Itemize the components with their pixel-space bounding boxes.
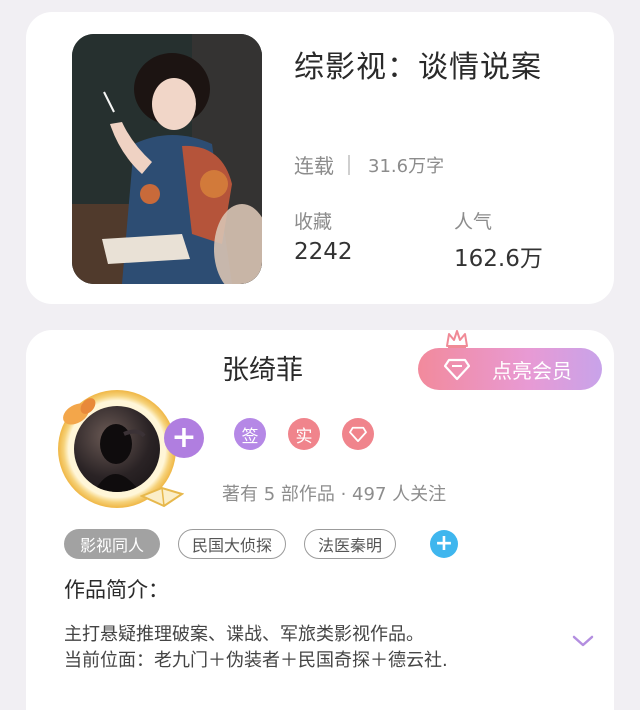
diamond-icon — [349, 426, 367, 442]
popularity-label: 人气 — [454, 211, 493, 233]
cover-illustration — [72, 34, 262, 284]
vip-button-label: 点亮会员 — [492, 358, 572, 383]
author-name: 张绮菲 — [222, 355, 303, 386]
activate-vip-button[interactable]: 点亮会员 — [418, 348, 602, 390]
follow-author-button[interactable]: + — [164, 418, 204, 458]
meta-divider — [348, 154, 350, 175]
tag-item[interactable]: 法医秦明 — [304, 529, 396, 559]
signed-badge-label: 签 — [241, 426, 259, 447]
intro-line: 当前位面：老九门＋伪装者＋民国奇探＋德云社. — [64, 650, 448, 671]
favorites-value: 2242 — [294, 239, 353, 265]
tag-item[interactable]: 影视同人 — [64, 529, 160, 559]
serial-status: 连载 — [294, 154, 334, 178]
book-meta: 连载 31.6万字 — [294, 150, 444, 179]
crown-icon — [446, 330, 468, 349]
book-decoration-icon — [140, 486, 184, 508]
add-tag-button[interactable]: + — [430, 530, 458, 558]
popularity-value: 162.6万 — [454, 246, 543, 272]
word-count: 31.6万字 — [368, 155, 445, 177]
diamond-icon — [444, 358, 470, 381]
author-card: + 张绮菲 点亮会员 签 实 著有 5 部作品 · 497 人关注 影视同人 民… — [26, 330, 614, 710]
expand-chevron-down-icon[interactable] — [572, 634, 594, 648]
author-avatar[interactable]: + — [48, 374, 204, 514]
book-title: 综影视：谈情说案 — [294, 50, 542, 85]
intro-line: 主打悬疑推理破案、谍战、军旅类影视作品。 — [64, 624, 424, 645]
works-follow-count: 著有 5 部作品 · 497 人关注 — [222, 484, 447, 505]
verified-badge-label: 实 — [295, 426, 313, 447]
signed-badge: 签 — [234, 418, 266, 450]
book-info-card: 综影视：谈情说案 连载 31.6万字 收藏 2242 人气 162.6万 — [26, 12, 614, 304]
book-cover-image[interactable] — [72, 34, 262, 284]
tag-item[interactable]: 民国大侦探 — [178, 529, 286, 559]
vip-badge — [342, 418, 374, 450]
intro-heading: 作品简介： — [64, 578, 169, 602]
favorites-label: 收藏 — [294, 211, 333, 233]
verified-badge: 实 — [288, 418, 320, 450]
avatar-image — [74, 406, 160, 492]
